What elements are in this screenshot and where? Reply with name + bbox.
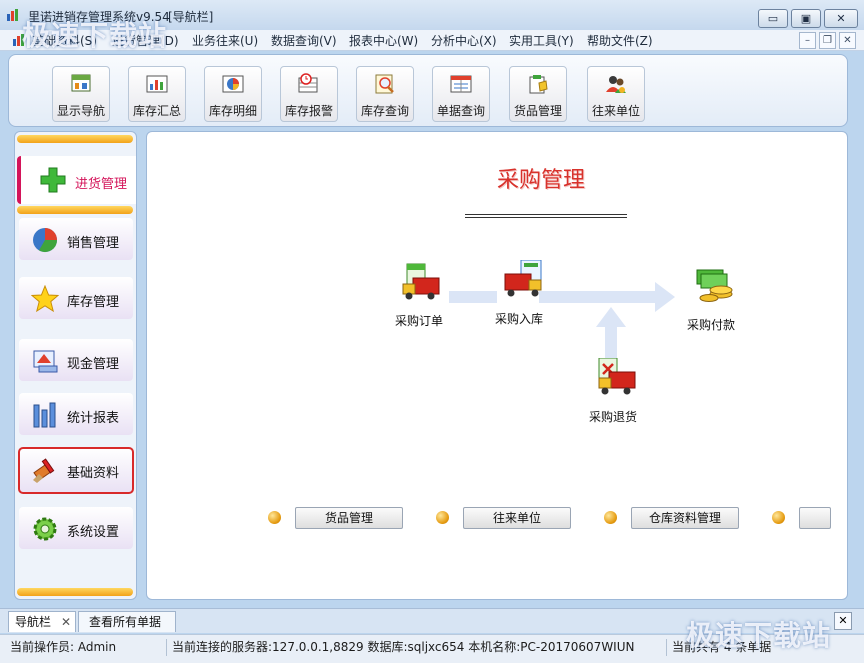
tab-navigation[interactable]: 导航栏 ✕ [8,611,76,632]
star-icon [31,285,59,313]
bullet-icon [604,511,617,524]
document-query-icon [450,75,472,93]
status-operator: 当前操作员: Admin [6,639,167,656]
sidebar-item-label: 统计报表 [67,411,120,426]
toolbar-inventory-summary-button[interactable]: 库存汇总 [128,66,186,122]
toolbar-inventory-alarm-button[interactable]: 库存报警 [280,66,338,122]
sidebar-item-label: 进货管理 [75,177,128,192]
sidebar-item-basic-data[interactable]: 基础资料 [18,447,134,494]
quick-link-more-button[interactable] [799,507,831,529]
inventory-query-icon [375,74,394,94]
toolbar-label: 显示导航 [56,104,105,118]
brush-icon [33,458,55,483]
toolbar-goods-button[interactable]: 货品管理 [509,66,567,122]
toolbar-label: 库存报警 [284,104,333,118]
mdi-minimize-button[interactable]: – [799,32,816,49]
bullet-icon [436,511,449,524]
flow-label: 采购入库 [494,312,543,326]
toolbar-label: 库存汇总 [132,104,181,118]
toolbar-label: 货品管理 [513,104,562,118]
sidebar-item-cash[interactable]: 现金管理 [19,339,133,381]
quick-link-contacts-button[interactable]: 往来单位 [463,507,571,529]
mdi-close-button[interactable]: ✕ [839,32,856,49]
sidebar-item-label: 现金管理 [67,357,120,372]
bullet-icon [268,511,281,524]
flow-purchase-return[interactable]: 采购退货 [573,358,653,428]
bullet-icon [772,511,785,524]
quick-link-goods-button[interactable]: 货品管理 [295,507,403,529]
tab-label: 查看所有单据 [89,615,162,629]
flow-label: 采购退货 [588,410,637,424]
app-icon [7,9,18,21]
sidebar-strip [17,206,133,214]
sidebar-item-settings[interactable]: 系统设置 [19,507,133,549]
flow-label: 采购订单 [394,314,443,328]
toolbar-show-navigation-button[interactable]: 显示导航 [52,66,110,122]
sidebar-item-purchase[interactable]: 进货管理 [17,156,136,204]
close-all-tabs-button[interactable]: ✕ [834,612,852,630]
sidebar-item-reports[interactable]: 统计报表 [19,393,133,435]
menu-data-query[interactable]: 数据查询(V) [271,32,337,49]
minimize-button[interactable]: ▭ [758,9,788,28]
maximize-button[interactable]: ▣ [791,9,821,28]
sidebar-item-label: 系统设置 [67,525,120,540]
navigation-icon [71,74,91,92]
stock-in-truck-icon [504,260,542,297]
sidebar-item-inventory[interactable]: 库存管理 [19,277,133,319]
cash-icon [33,350,58,373]
watermark: 极速下载站 [22,19,168,52]
watermark: 极速下载站 [686,619,832,652]
main-content: 采购管理 采购订单 采购入库 采购付款 采购退货 货品管理 往来单位 仓库资料管… [146,131,848,600]
toolbar-label: 单据查询 [436,104,485,118]
inventory-alarm-icon [298,73,318,93]
title-underline [465,217,627,218]
tab-label: 导航栏 [15,615,52,629]
toolbar-inventory-query-button[interactable]: 库存查询 [356,66,414,122]
menu-tools[interactable]: 实用工具(Y) [509,32,574,49]
close-button[interactable]: ✕ [824,9,858,28]
gear-icon [33,517,57,541]
menu-help[interactable]: 帮助文件(Z) [587,32,653,49]
flow-purchase-stock-in[interactable]: 采购入库 [479,260,559,330]
status-connection: 当前连接的服务器:127.0.0.1,8829 数据库:sqljxc654 本机… [168,639,667,656]
navigation-sidebar: 进货管理 销售管理 库存管理 现金管理 统计报表 基础资料 系统设置 [14,131,137,600]
sidebar-item-sales[interactable]: 销售管理 [19,218,133,260]
mdi-restore-button[interactable]: ❐ [819,32,836,49]
page-title: 采购管理 [497,168,586,193]
toolbar: 显示导航 库存汇总 库存明细 库存报警 库存查询 单据查询 货品管理 往来单位 [8,54,848,127]
sidebar-item-label: 销售管理 [67,236,120,251]
title-underline [465,214,627,215]
plus-icon [40,167,66,193]
sidebar-bottom-strip [17,588,133,596]
flow-label: 采购付款 [686,318,735,332]
menu-analysis[interactable]: 分析中心(X) [431,32,497,49]
toolbar-label: 库存明细 [208,104,257,118]
sidebar-item-label: 库存管理 [67,295,120,310]
return-truck-icon [598,358,636,395]
toolbar-label: 往来单位 [591,104,640,118]
inventory-detail-icon [222,75,244,93]
toolbar-document-query-button[interactable]: 单据查询 [432,66,490,122]
sidebar-item-label: 基础资料 [67,466,120,481]
menu-business[interactable]: 业务往来(U) [192,32,258,49]
contacts-icon [606,76,626,93]
sidebar-top-strip [17,135,133,143]
order-truck-icon [402,263,440,300]
flow-arrowhead [596,307,626,327]
goods-icon [529,75,548,94]
quick-link-warehouse-button[interactable]: 仓库资料管理 [631,507,739,529]
flow-purchase-payment[interactable]: 采购付款 [671,266,751,336]
toolbar-inventory-detail-button[interactable]: 库存明细 [204,66,262,122]
flow-purchase-order[interactable]: 采购订单 [379,262,459,332]
menu-reports[interactable]: 报表中心(W) [349,32,418,49]
inventory-summary-icon [146,75,168,93]
payment-icon [696,269,733,302]
toolbar-label: 库存查询 [360,104,409,118]
window-title-suffix: [导航栏] [168,10,214,24]
pie-chart-icon [33,228,57,253]
tab-all-documents[interactable]: 查看所有单据 [78,611,176,632]
close-icon[interactable]: ✕ [61,612,71,632]
bar-chart-icon [33,402,56,428]
toolbar-contacts-button[interactable]: 往来单位 [587,66,645,122]
